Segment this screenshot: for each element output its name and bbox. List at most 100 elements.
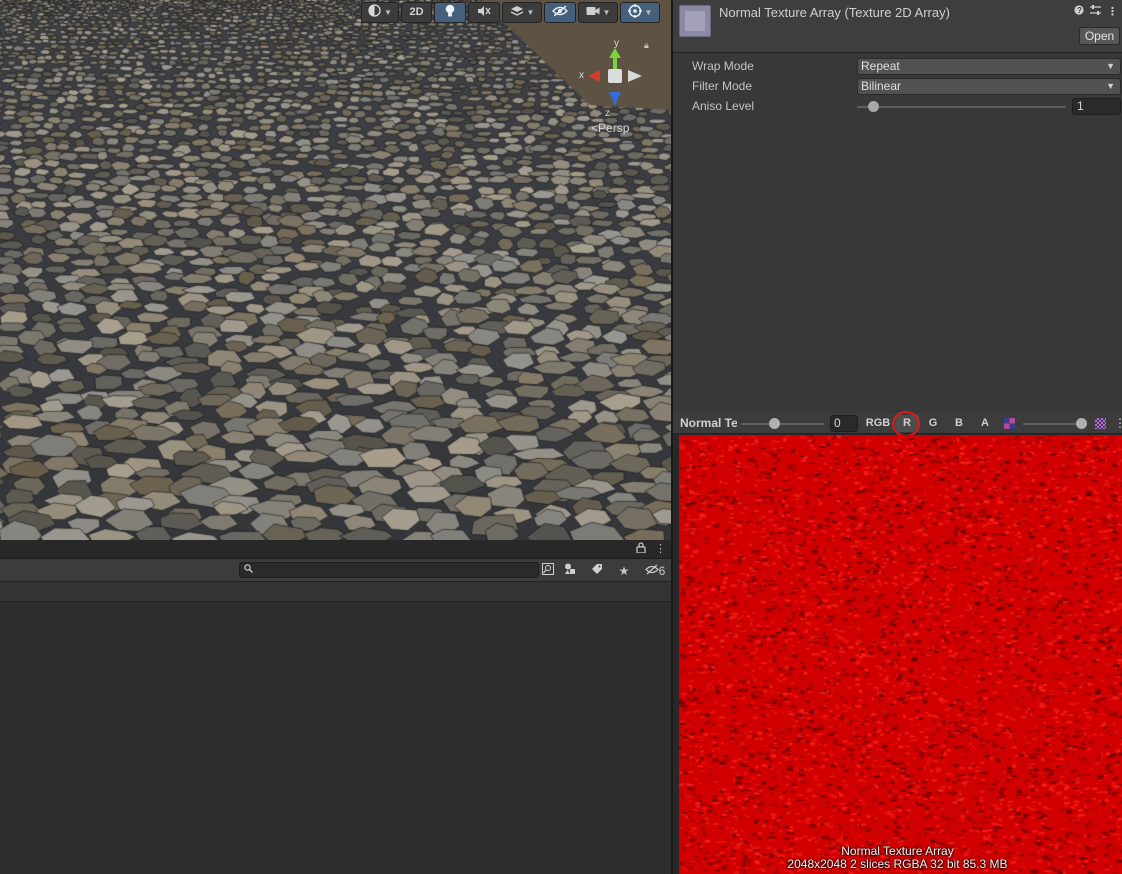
gizmo-center-cube[interactable] xyxy=(608,69,622,83)
orientation-gizmo[interactable]: y x z xyxy=(578,36,652,128)
aniso-level-row: Aniso Level 1 xyxy=(692,98,1121,116)
filter-mode-dropdown[interactable]: Bilinear ▼ xyxy=(857,78,1121,95)
gizmo-x-axis[interactable] xyxy=(588,70,600,82)
projection-label: Persp xyxy=(598,121,630,135)
texture-preview-panel: Normal Texture Array 0 RGB R G B A ⋮ Nor… xyxy=(673,411,1122,874)
expand-search-icon xyxy=(542,563,554,578)
highlight-circle xyxy=(892,411,920,437)
chevron-down-icon: ▼ xyxy=(526,7,535,17)
project-tab-bar: ⋮ xyxy=(0,540,671,559)
camera-dropdown-button[interactable]: ▼ xyxy=(578,1,618,23)
gizmo-z-axis[interactable] xyxy=(609,92,621,106)
filter-mode-label: Filter Mode xyxy=(692,79,753,93)
channel-b-button[interactable]: B xyxy=(947,415,971,432)
scene-toolbar: ▼ 2D ▼ ▼ ▼ xyxy=(346,0,660,24)
filter-mode-value: Bilinear xyxy=(861,79,902,93)
gizmo-lock-icon[interactable]: 🔒︎ xyxy=(644,40,649,51)
star-icon: ★ xyxy=(618,563,630,578)
svg-text:?: ? xyxy=(1077,6,1082,15)
mip-low-icon xyxy=(1004,418,1015,429)
wrap-mode-row: Wrap Mode Repeat ▼ xyxy=(692,58,1121,76)
search-input[interactable] xyxy=(239,562,539,578)
shading-mode-icon xyxy=(368,4,381,20)
preview-caption-info: 2048x2048 2 slices RGBA 32 bit 85.3 MB xyxy=(787,857,1008,871)
project-contents[interactable] xyxy=(0,602,671,874)
mip-high-icon xyxy=(1095,418,1106,429)
toolbar-separator xyxy=(352,3,353,21)
filter-by-type-button[interactable] xyxy=(560,562,582,579)
lighting-icon xyxy=(444,4,456,21)
audio-mute-icon xyxy=(477,5,491,20)
more-options-icon[interactable]: ⋮ xyxy=(1114,416,1122,430)
texture-preview-image[interactable] xyxy=(679,435,1122,874)
chevron-down-icon: ▼ xyxy=(602,7,611,17)
favorites-button[interactable]: ★ xyxy=(613,562,635,579)
filter-mode-row: Filter Mode Bilinear ▼ xyxy=(692,78,1121,96)
slice-field[interactable]: 0 xyxy=(830,415,858,432)
gizmos-icon xyxy=(627,3,642,21)
2d-mode-button[interactable]: 2D xyxy=(401,1,432,23)
slice-slider[interactable] xyxy=(741,418,824,429)
asset-thumbnail xyxy=(679,5,711,37)
tag-icon xyxy=(591,563,603,578)
aniso-level-slider-thumb[interactable] xyxy=(868,101,879,112)
hidden-objects-icon xyxy=(552,4,568,20)
lock-icon[interactable] xyxy=(636,542,646,556)
gizmo-z-label: z xyxy=(605,108,610,119)
audio-toggle-button[interactable] xyxy=(468,1,500,23)
chevron-down-icon: ▼ xyxy=(644,7,653,17)
asset-title: Normal Texture Array (Texture 2D Array) xyxy=(719,5,950,20)
projection-toggle[interactable]: <Persp xyxy=(591,121,629,135)
more-options-icon[interactable]: ⋮ xyxy=(1107,5,1118,18)
project-toolbar: ★ 6 xyxy=(0,559,671,582)
scene-viewport[interactable] xyxy=(0,0,671,540)
gizmo-neg-x-axis[interactable] xyxy=(628,70,642,82)
wrap-mode-value: Repeat xyxy=(861,59,900,73)
preview-caption: Normal Texture Array 2048x2048 2 slices … xyxy=(673,845,1122,871)
camera-icon xyxy=(586,6,600,19)
channel-a-button[interactable]: A xyxy=(973,415,997,432)
chevron-down-icon: ▼ xyxy=(384,7,392,17)
wrap-mode-dropdown[interactable]: Repeat ▼ xyxy=(857,58,1121,75)
search-icon xyxy=(244,564,253,576)
effects-icon xyxy=(510,5,524,20)
preview-title: Normal Texture Array xyxy=(680,416,737,430)
slice-slider-thumb[interactable] xyxy=(769,418,780,429)
gizmos-dropdown-button[interactable]: ▼ xyxy=(620,1,660,23)
scene-view[interactable]: ▼ 2D ▼ ▼ ▼ y x z <Persp 🔒︎ xyxy=(0,0,671,540)
search-by-type-button[interactable] xyxy=(537,562,559,579)
gizmo-y-axis[interactable] xyxy=(609,48,621,58)
lighting-toggle-button[interactable] xyxy=(434,1,466,23)
gizmo-x-label: x xyxy=(579,70,584,81)
presets-icon[interactable] xyxy=(1090,5,1101,18)
project-column-header xyxy=(0,582,671,602)
wrap-mode-label: Wrap Mode xyxy=(692,59,754,73)
inspector-panel: Normal Texture Array (Texture 2D Array) … xyxy=(673,0,1122,413)
hidden-eye-icon xyxy=(644,564,659,578)
help-icon[interactable]: ? xyxy=(1074,5,1084,18)
hidden-packages-button[interactable]: 6 xyxy=(640,562,670,579)
aniso-level-slider[interactable] xyxy=(857,101,1066,112)
hidden-count: 6 xyxy=(658,563,666,578)
channel-rgb-button[interactable]: RGB xyxy=(863,415,893,432)
preview-toolbar: Normal Texture Array 0 RGB R G B A ⋮ xyxy=(673,411,1122,437)
shading-mode-button[interactable]: ▼ xyxy=(361,1,399,23)
gizmo-y-label: y xyxy=(614,38,619,49)
mip-level-slider[interactable] xyxy=(1023,418,1087,429)
chevron-down-icon: ▼ xyxy=(1106,81,1115,91)
chevron-down-icon: ▼ xyxy=(1106,61,1115,71)
shapes-icon xyxy=(564,563,578,578)
more-options-icon[interactable]: ⋮ xyxy=(655,542,666,555)
effects-dropdown-button[interactable]: ▼ xyxy=(502,1,542,23)
inspector-header: Normal Texture Array (Texture 2D Array) … xyxy=(673,0,1122,53)
inspector-header-icons: ? ⋮ xyxy=(1074,5,1118,18)
texture-preview-canvas xyxy=(679,435,1122,874)
hidden-objects-toggle-button[interactable] xyxy=(544,1,576,23)
project-panel: ⋮ ★ 6 xyxy=(0,540,671,874)
channel-g-button[interactable]: G xyxy=(921,415,945,432)
aniso-level-label: Aniso Level xyxy=(692,99,755,113)
filter-by-label-button[interactable] xyxy=(586,562,608,579)
mip-level-slider-thumb[interactable] xyxy=(1076,418,1087,429)
aniso-level-field[interactable]: 1 xyxy=(1072,98,1121,115)
open-button[interactable]: Open xyxy=(1079,27,1120,45)
